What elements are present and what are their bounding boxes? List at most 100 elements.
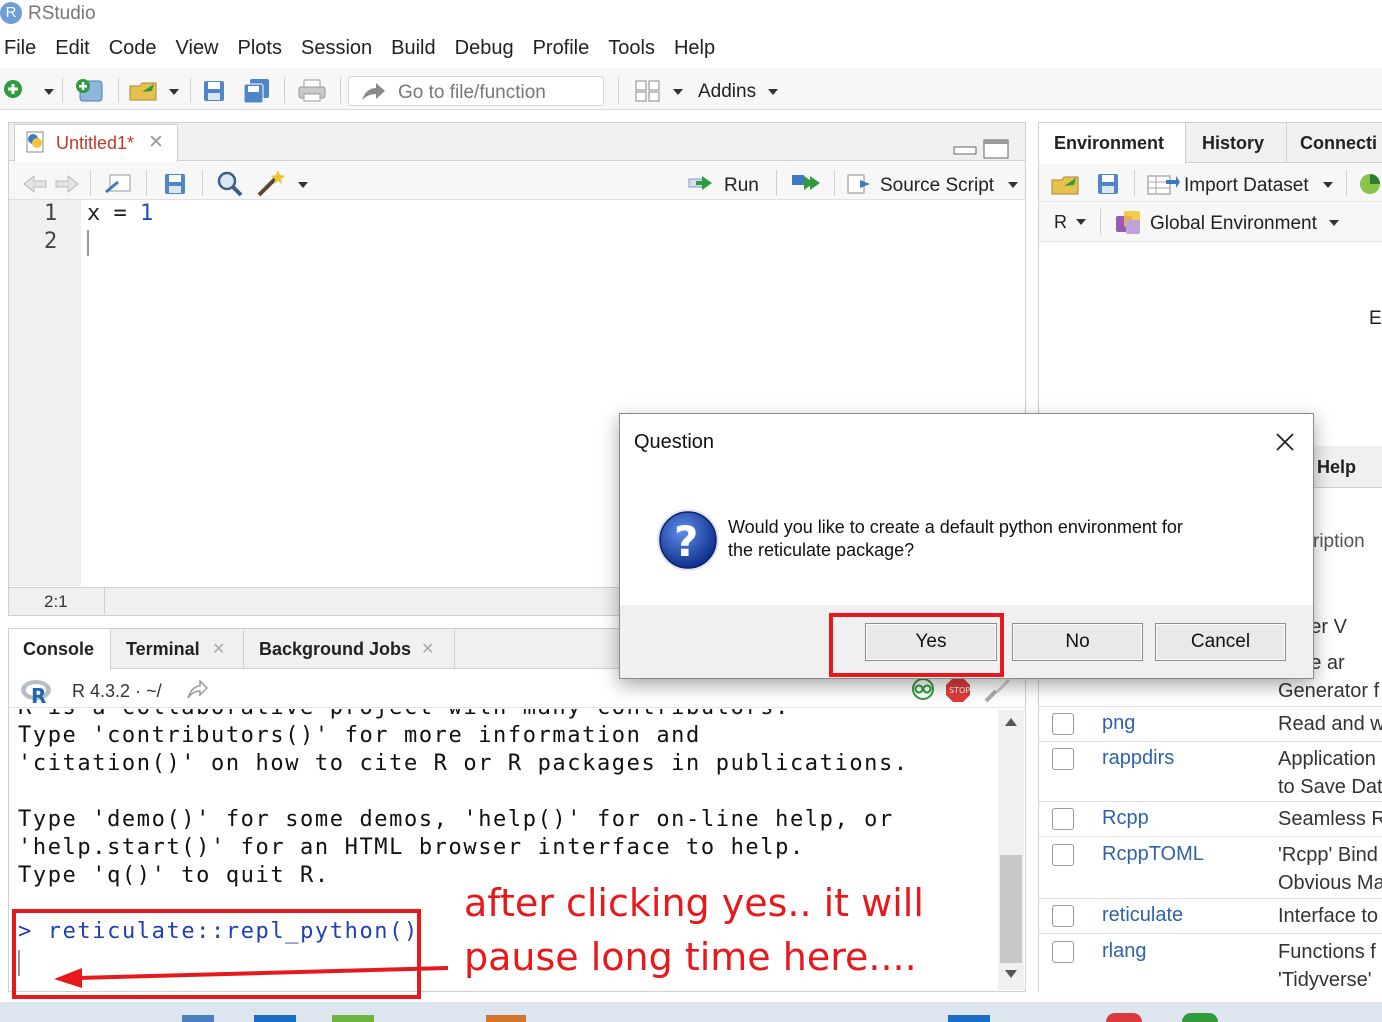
dialog-close-icon[interactable] bbox=[1274, 431, 1296, 453]
cursor-position: 2:1 bbox=[44, 592, 68, 611]
r-script-file-icon bbox=[26, 131, 44, 153]
print-icon[interactable] bbox=[297, 78, 327, 104]
new-file-dropdown-icon[interactable] bbox=[44, 89, 54, 95]
package-checkbox[interactable] bbox=[1052, 748, 1074, 770]
clear-console-broom-icon[interactable] bbox=[982, 675, 1012, 705]
source-script-icon[interactable] bbox=[846, 172, 876, 196]
code-tools-dropdown-icon[interactable] bbox=[298, 182, 308, 188]
language-selector[interactable]: R bbox=[1054, 212, 1067, 233]
stop-icon[interactable]: STOP bbox=[945, 677, 971, 703]
no-button[interactable]: No bbox=[1012, 623, 1143, 661]
package-name-link[interactable]: rappdirs bbox=[1102, 747, 1174, 770]
tab-history[interactable]: History bbox=[1202, 133, 1264, 154]
editor-tab-label: Untitled1* bbox=[56, 133, 135, 153]
go-to-directory-icon[interactable] bbox=[186, 680, 208, 700]
menu-session[interactable]: Session bbox=[297, 32, 383, 66]
package-checkbox[interactable] bbox=[1052, 808, 1074, 830]
back-forward-icon[interactable] bbox=[22, 172, 80, 196]
toolbar-separator bbox=[284, 77, 285, 103]
taskbar-app-icon[interactable] bbox=[1106, 1013, 1142, 1022]
code-line-1[interactable]: x = 1 bbox=[87, 200, 153, 228]
taskbar-app-icon[interactable] bbox=[182, 1015, 214, 1022]
editor-save-icon[interactable] bbox=[163, 172, 187, 196]
menu-code[interactable]: Code bbox=[105, 32, 168, 66]
package-name-link[interactable]: RcppTOML bbox=[1102, 843, 1204, 866]
line-number-1: 1 bbox=[44, 201, 58, 226]
pane-minimize-maximize-icons[interactable] bbox=[952, 138, 1012, 160]
package-checkbox[interactable] bbox=[1052, 941, 1074, 963]
line-number-2: 2 bbox=[44, 229, 58, 254]
scroll-up-icon[interactable] bbox=[1003, 716, 1019, 728]
open-file-dropdown-icon[interactable] bbox=[169, 89, 179, 95]
menu-debug[interactable]: Debug bbox=[451, 32, 525, 66]
open-file-icon[interactable] bbox=[128, 78, 164, 104]
description-column-header: ription bbox=[1313, 531, 1365, 552]
import-dataset-icon[interactable] bbox=[1146, 172, 1180, 196]
source-dropdown-icon[interactable] bbox=[1008, 182, 1018, 188]
svg-text:R: R bbox=[31, 684, 46, 705]
menu-tools[interactable]: Tools bbox=[604, 32, 666, 66]
pane-layout-dropdown-icon[interactable] bbox=[673, 89, 683, 95]
package-checkbox[interactable] bbox=[1052, 713, 1074, 735]
taskbar-app-icon[interactable] bbox=[486, 1015, 526, 1022]
rerun-icon[interactable] bbox=[790, 172, 824, 194]
tab-environment[interactable]: Environment bbox=[1054, 133, 1164, 154]
new-project-icon[interactable] bbox=[74, 77, 108, 105]
tab-terminal[interactable]: Terminal bbox=[126, 639, 200, 660]
package-name-link[interactable]: png bbox=[1102, 712, 1135, 735]
taskbar-app-icon[interactable] bbox=[948, 1015, 990, 1022]
package-name-link[interactable]: rlang bbox=[1102, 940, 1146, 963]
taskbar-app-icon[interactable] bbox=[254, 1015, 296, 1022]
close-background-jobs-icon[interactable]: ✕ bbox=[421, 639, 434, 659]
save-workspace-icon[interactable] bbox=[1096, 172, 1120, 196]
tab-console[interactable]: Console bbox=[23, 639, 94, 660]
package-checkbox[interactable] bbox=[1052, 905, 1074, 927]
taskbar-app-icon[interactable] bbox=[332, 1015, 374, 1022]
tab-connections[interactable]: Connecti bbox=[1300, 133, 1377, 154]
save-icon[interactable] bbox=[202, 79, 226, 103]
menu-build[interactable]: Build bbox=[387, 32, 446, 66]
dialog-message: Would you like to create a default pytho… bbox=[728, 516, 1183, 562]
menu-file[interactable]: File bbox=[0, 32, 47, 66]
run-button[interactable]: Run bbox=[724, 175, 759, 197]
python-env-icon[interactable] bbox=[910, 677, 936, 701]
tab-help[interactable]: Help bbox=[1317, 457, 1356, 478]
addins-menu[interactable]: Addins bbox=[698, 81, 756, 103]
source-script-button[interactable]: Source Script bbox=[880, 175, 994, 197]
show-in-window-icon[interactable] bbox=[104, 172, 134, 196]
menu-help[interactable]: Help bbox=[670, 32, 726, 66]
tab-background-jobs[interactable]: Background Jobs bbox=[259, 639, 411, 660]
menu-profile[interactable]: Profile bbox=[529, 32, 601, 66]
console-scrollbar-thumb[interactable] bbox=[1000, 855, 1022, 963]
menu-edit[interactable]: Edit bbox=[51, 32, 100, 66]
memory-usage-icon[interactable] bbox=[1358, 172, 1382, 196]
code-tools-wand-icon[interactable] bbox=[256, 168, 290, 198]
language-dropdown-icon[interactable] bbox=[1076, 219, 1086, 225]
toolbar-separator bbox=[146, 170, 147, 196]
addins-dropdown-icon[interactable] bbox=[768, 89, 778, 95]
load-workspace-icon[interactable] bbox=[1050, 172, 1086, 196]
taskbar-app-icon[interactable] bbox=[1182, 1013, 1218, 1022]
package-name-link[interactable]: Rcpp bbox=[1102, 807, 1149, 830]
new-file-icon[interactable] bbox=[2, 78, 26, 102]
run-arrow-icon[interactable] bbox=[688, 172, 722, 194]
package-description: to Save Dat bbox=[1278, 776, 1382, 798]
scroll-down-icon[interactable] bbox=[1003, 968, 1019, 980]
package-checkbox[interactable] bbox=[1052, 844, 1074, 866]
cancel-button[interactable]: Cancel bbox=[1155, 623, 1286, 661]
import-dataset-dropdown-icon[interactable] bbox=[1323, 182, 1333, 188]
close-terminal-icon[interactable]: ✕ bbox=[212, 639, 225, 659]
import-dataset-button[interactable]: Import Dataset bbox=[1184, 175, 1309, 197]
menu-view[interactable]: View bbox=[172, 32, 230, 66]
global-environment-selector[interactable]: Global Environment bbox=[1150, 213, 1317, 235]
global-environment-dropdown-icon[interactable] bbox=[1329, 220, 1339, 226]
find-replace-icon[interactable] bbox=[216, 170, 244, 198]
menu-plots[interactable]: Plots bbox=[234, 32, 293, 66]
pane-layout-icon[interactable] bbox=[634, 79, 662, 103]
save-all-icon[interactable] bbox=[242, 77, 272, 105]
close-tab-icon[interactable]: ✕ bbox=[148, 131, 164, 154]
toolbar-separator bbox=[62, 77, 63, 103]
package-description: Seamless R bbox=[1278, 808, 1382, 830]
dialog-title: Question bbox=[634, 431, 715, 453]
package-name-link[interactable]: reticulate bbox=[1102, 904, 1183, 927]
